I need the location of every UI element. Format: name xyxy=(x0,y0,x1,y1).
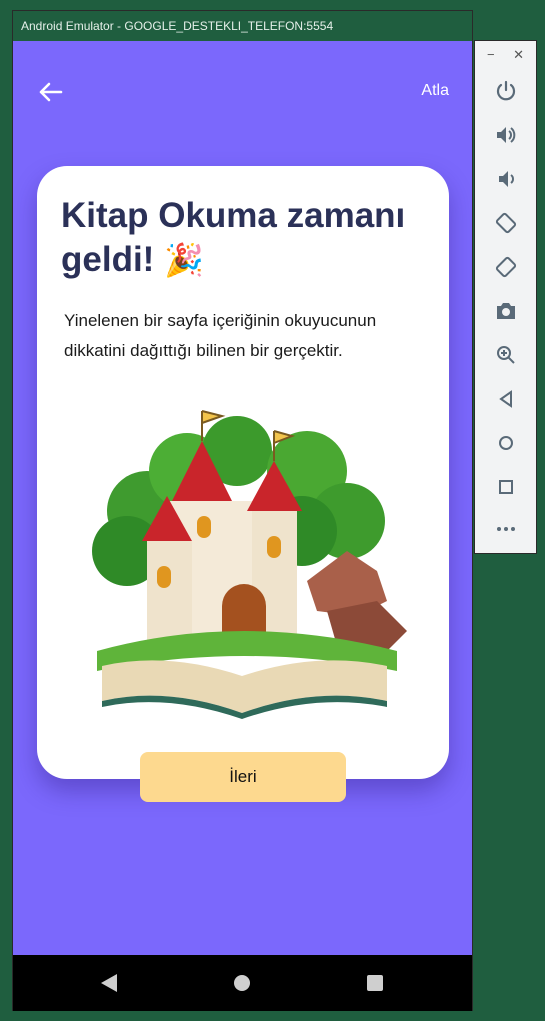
zoom-icon[interactable] xyxy=(494,343,518,367)
window-title: Android Emulator - GOOGLE_DESTEKLI_TELEF… xyxy=(13,11,472,41)
toolbar-window-controls: − ✕ xyxy=(475,47,536,67)
skip-button[interactable]: Atla xyxy=(421,82,449,100)
volume-up-icon[interactable] xyxy=(494,123,518,147)
nav-home-icon[interactable] xyxy=(234,975,250,991)
castle-book-illustration xyxy=(92,410,407,719)
android-nav-bar xyxy=(13,955,472,1011)
rotate-right-icon[interactable] xyxy=(494,255,518,279)
rotate-left-icon[interactable] xyxy=(494,211,518,235)
next-button[interactable]: İleri xyxy=(140,752,346,802)
card-title: Kitap Okuma zamanı geldi! 🎉 xyxy=(61,194,431,282)
back-icon[interactable] xyxy=(494,387,518,411)
more-icon[interactable] xyxy=(494,517,518,541)
power-icon[interactable] xyxy=(494,79,518,103)
card-title-text: Kitap Okuma zamanı geldi! xyxy=(61,196,406,279)
camera-icon[interactable] xyxy=(494,299,518,323)
emulator-side-toolbar: − ✕ xyxy=(474,40,537,554)
emulator-window: Android Emulator - GOOGLE_DESTEKLI_TELEF… xyxy=(12,10,473,1011)
close-icon[interactable]: ✕ xyxy=(513,47,524,63)
back-arrow-icon[interactable] xyxy=(37,81,63,103)
overview-icon[interactable] xyxy=(494,475,518,499)
nav-back-icon[interactable] xyxy=(101,974,117,992)
onboarding-card: Kitap Okuma zamanı geldi! 🎉 Yinelenen bi… xyxy=(37,166,449,779)
party-popper-icon: 🎉 xyxy=(164,242,204,278)
volume-down-icon[interactable] xyxy=(494,167,518,191)
home-icon[interactable] xyxy=(494,431,518,455)
device-screen: Atla Kitap Okuma zamanı geldi! 🎉 Yinelen… xyxy=(13,41,472,955)
nav-recent-apps-icon[interactable] xyxy=(367,975,383,991)
minimize-icon[interactable]: − xyxy=(487,47,495,62)
card-description: Yinelenen bir sayfa içeriğinin okuyucunu… xyxy=(64,311,377,360)
